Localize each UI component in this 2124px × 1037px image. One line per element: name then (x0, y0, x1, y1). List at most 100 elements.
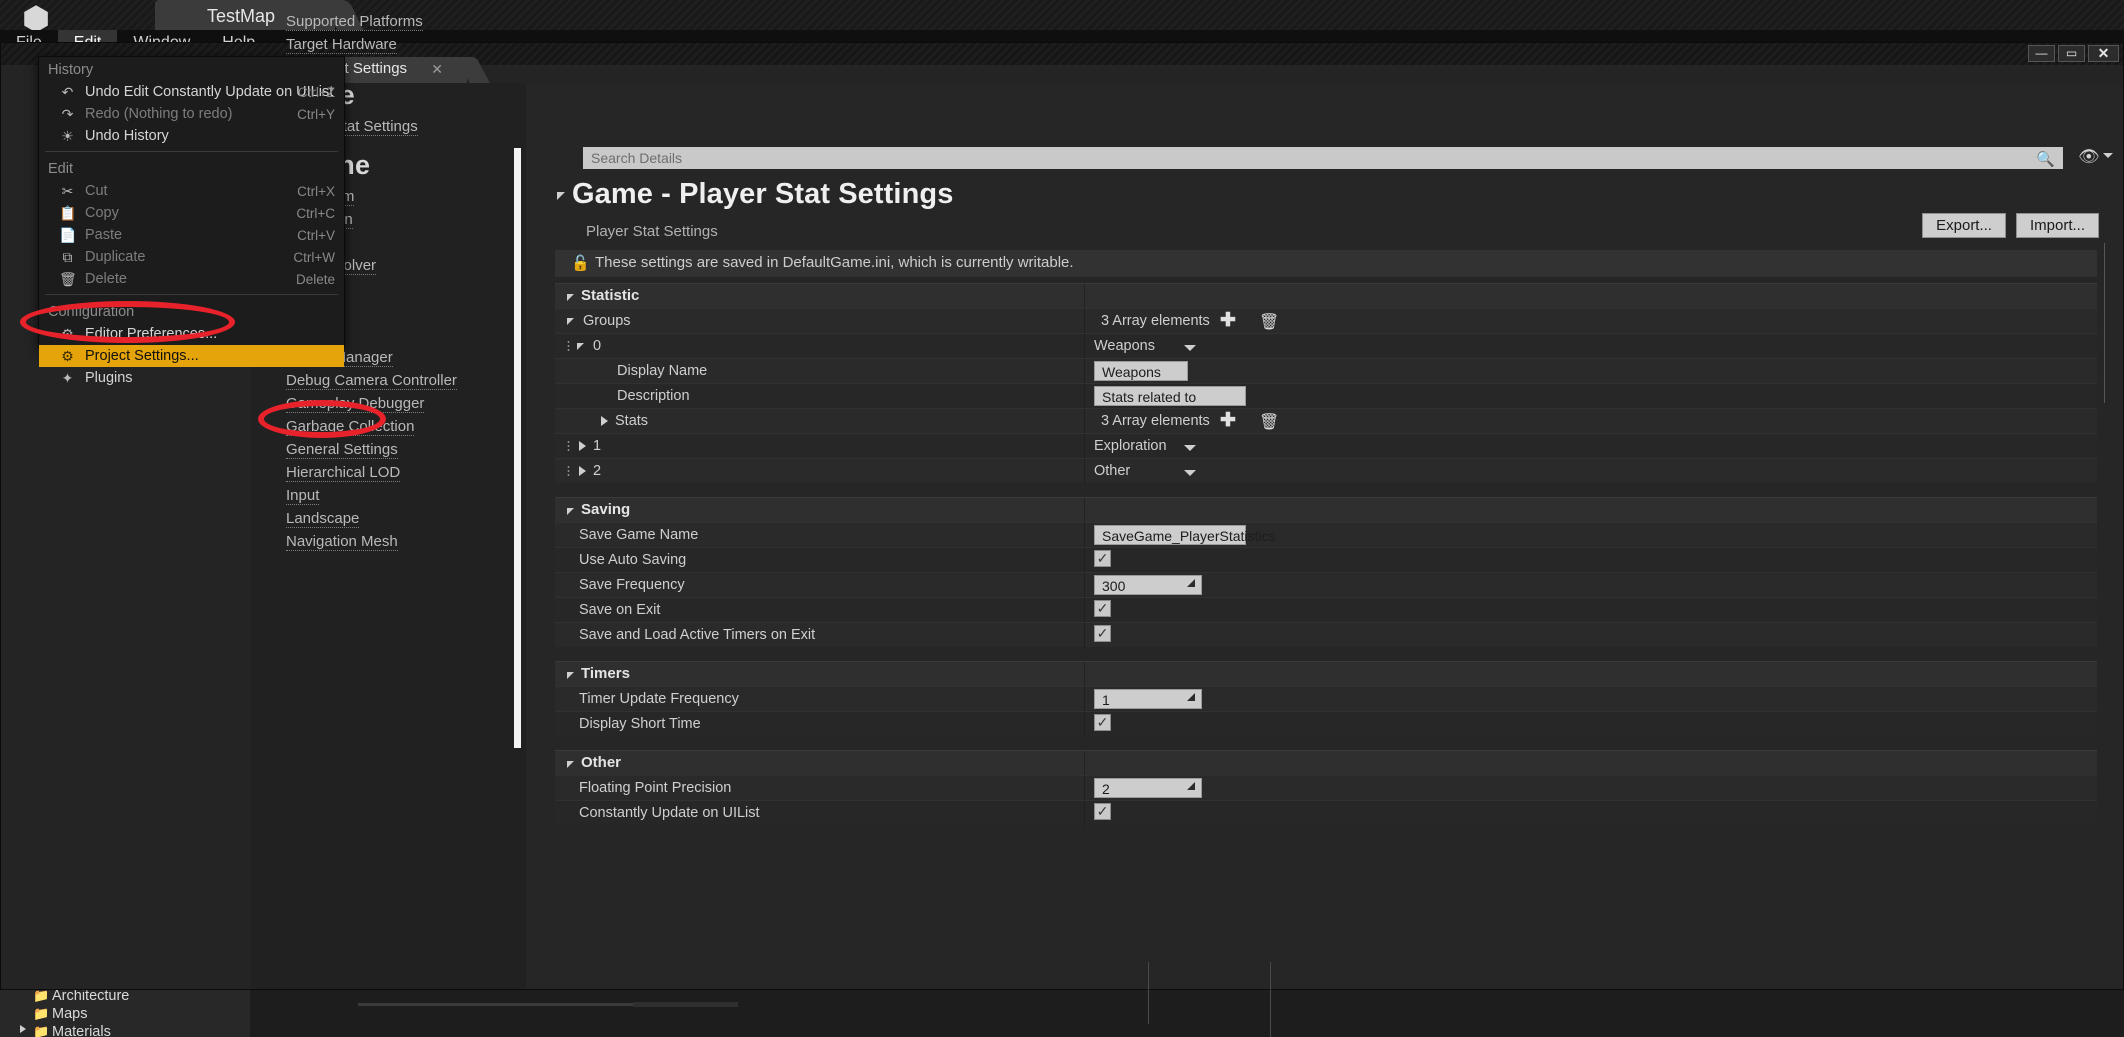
import-button[interactable]: Import... (2015, 213, 2099, 238)
menu-item-project-settings[interactable]: ⚙ Project Settings... (39, 345, 344, 367)
menu-item-undo[interactable]: ↶ Undo Edit Constantly Update on UIList … (39, 81, 344, 103)
nav-link-general-settings[interactable]: General Settings (251, 438, 509, 461)
export-import-buttons: Export... Import... (1922, 213, 2099, 238)
section-header-timers[interactable]: Timers (555, 661, 2097, 687)
timer-update-frequency-input[interactable]: 1 (1094, 689, 1202, 709)
menu-item-label: Delete (85, 271, 127, 287)
delete-array-icon[interactable]: 🗑 (1259, 412, 1279, 432)
add-array-element-icon[interactable]: ✚ (1220, 311, 1236, 330)
project-settings-highlight-ellipse (20, 301, 235, 343)
redo-icon: ↷ (61, 106, 74, 122)
menu-item-plugins[interactable]: ✦ Plugins (39, 367, 344, 389)
menu-item-label: Copy (85, 205, 119, 221)
nav-link-landscape[interactable]: Landscape (251, 507, 509, 530)
menu-separator (45, 151, 338, 152)
constantly-update-on-uilist-checkbox[interactable]: ✓ (1094, 803, 1111, 820)
table-row[interactable]: Constantly Update on UIList ✓ (555, 800, 2097, 826)
column-divider (1084, 498, 1085, 523)
group-enum-dropdown[interactable]: Weapons (1094, 338, 1196, 354)
table-row[interactable]: Save Frequency 300 (555, 572, 2097, 598)
nav-link-label: General Settings (286, 441, 398, 459)
expand-triangle-icon[interactable] (579, 466, 586, 476)
drag-handle[interactable] (567, 465, 570, 478)
drag-handle[interactable] (567, 340, 570, 353)
section-header-saving[interactable]: Saving (555, 497, 2097, 523)
collapse-triangle-icon[interactable] (557, 192, 565, 200)
table-row[interactable]: Floating Point Precision 2 (555, 775, 2097, 801)
menu-item-cut[interactable]: ✂ Cut Ctrl+X (39, 180, 344, 202)
row-label: Save Frequency (579, 577, 685, 593)
table-row[interactable]: 1 Exploration (555, 433, 2097, 459)
table-row[interactable]: Save on Exit ✓ (555, 597, 2097, 623)
menu-item-delete[interactable]: 🗑 Delete Delete (39, 268, 344, 290)
table-row[interactable]: 0 Weapons (555, 333, 2097, 359)
section-label: Saving (581, 501, 631, 518)
tree-item-maps[interactable]: 📁 Maps (0, 1004, 250, 1022)
save-load-active-timers-checkbox[interactable]: ✓ (1094, 625, 1111, 642)
table-row[interactable]: Display Name Weapons (555, 358, 2097, 384)
menu-item-label: Duplicate (85, 249, 146, 265)
nav-link-target-hardware[interactable]: Target Hardware (251, 33, 509, 56)
save-frequency-input[interactable]: 300 (1094, 575, 1202, 595)
spinner-icon[interactable] (1187, 579, 1195, 587)
table-row[interactable]: Timer Update Frequency 1 (555, 686, 2097, 712)
description-input[interactable]: Stats related to weapons (1094, 386, 1246, 421)
collapse-triangle-icon[interactable] (577, 343, 584, 350)
expand-triangle-icon[interactable] (601, 416, 608, 426)
expand-triangle-icon[interactable] (579, 441, 586, 451)
chevron-down-icon (1184, 345, 1196, 351)
save-game-name-input[interactable]: SaveGame_PlayerStatistics (1094, 525, 1276, 545)
floating-point-precision-input[interactable]: 2 (1094, 778, 1202, 798)
ini-writable-notice: 🔓 These settings are saved in DefaultGam… (555, 250, 2097, 277)
display-name-input[interactable]: Weapons (1094, 361, 1188, 381)
table-row[interactable]: Stats 3 Array elements ✚ 🗑 (555, 408, 2097, 434)
group-enum-dropdown[interactable]: Exploration (1094, 438, 1196, 454)
table-row[interactable]: 2 Other (555, 458, 2097, 484)
spinner-icon[interactable] (1187, 693, 1195, 701)
delete-array-icon[interactable]: 🗑 (1259, 312, 1279, 332)
menu-item-redo[interactable]: ↷ Redo (Nothing to redo) Ctrl+Y (39, 103, 344, 125)
search-icon[interactable]: 🔍 (2036, 150, 2055, 168)
nav-link-navigation-mesh[interactable]: Navigation Mesh (251, 530, 509, 553)
nav-scrollbar[interactable] (514, 148, 521, 748)
save-on-exit-checkbox[interactable]: ✓ (1094, 600, 1111, 617)
menu-item-paste[interactable]: 📄 Paste Ctrl+V (39, 224, 344, 246)
nav-link-supported-platforms[interactable]: Supported Platforms (251, 0, 509, 33)
page-title: Game - Player Stat Settings (557, 178, 953, 211)
use-auto-saving-checkbox[interactable]: ✓ (1094, 550, 1111, 567)
table-row[interactable]: Display Short Time ✓ (555, 711, 2097, 737)
column-divider (1084, 712, 1085, 737)
table-row[interactable]: Description Stats related to weapons (555, 383, 2097, 421)
table-row[interactable]: Save and Load Active Timers on Exit ✓ (555, 622, 2097, 648)
menu-item-label: Undo Edit Constantly Update on UIList (85, 84, 334, 100)
group-enum-dropdown[interactable]: Other (1094, 463, 1196, 479)
search-details-input[interactable]: Search Details 🔍 (583, 147, 2063, 169)
view-options-eye-icon[interactable]: 👁 (2078, 147, 2100, 167)
drag-handle[interactable] (567, 440, 570, 453)
numeric-value: 1 (1102, 692, 1110, 708)
folder-icon: 📁 (33, 1006, 50, 1021)
add-array-element-icon[interactable]: ✚ (1220, 411, 1236, 430)
section-header-statistic[interactable]: Statistic (555, 283, 2097, 309)
menu-item-label: Cut (85, 183, 108, 199)
menu-item-undo-history[interactable]: ☀ Undo History (39, 125, 344, 147)
row-label: Stats (615, 413, 649, 429)
page-subtitle: Player Stat Settings (586, 223, 718, 240)
spinner-icon[interactable] (1187, 782, 1195, 790)
panel-divider (1270, 962, 1271, 1037)
section-header-other[interactable]: Other (555, 750, 2097, 776)
nav-link-hierarchical-lod[interactable]: Hierarchical LOD (251, 461, 509, 484)
export-button[interactable]: Export... (1922, 213, 2006, 238)
collapse-triangle-icon[interactable] (567, 318, 574, 325)
table-row[interactable]: Groups 3 Array elements ✚ 🗑 (555, 308, 2097, 334)
collapse-triangle-icon (567, 508, 574, 515)
display-short-time-checkbox[interactable]: ✓ (1094, 714, 1111, 731)
chevron-down-icon[interactable] (2103, 153, 2113, 158)
table-row[interactable]: Use Auto Saving ✓ (555, 547, 2097, 573)
horizontal-scrollbar[interactable] (358, 1002, 738, 1007)
table-row[interactable]: Save Game Name SaveGame_PlayerStatistics (555, 522, 2097, 548)
nav-link-input[interactable]: Input (251, 484, 509, 507)
menu-item-duplicate[interactable]: ⧉ Duplicate Ctrl+W (39, 246, 344, 268)
menu-item-copy[interactable]: 📋 Copy Ctrl+C (39, 202, 344, 224)
tree-item-materials[interactable]: 📁 Materials (0, 1022, 250, 1037)
